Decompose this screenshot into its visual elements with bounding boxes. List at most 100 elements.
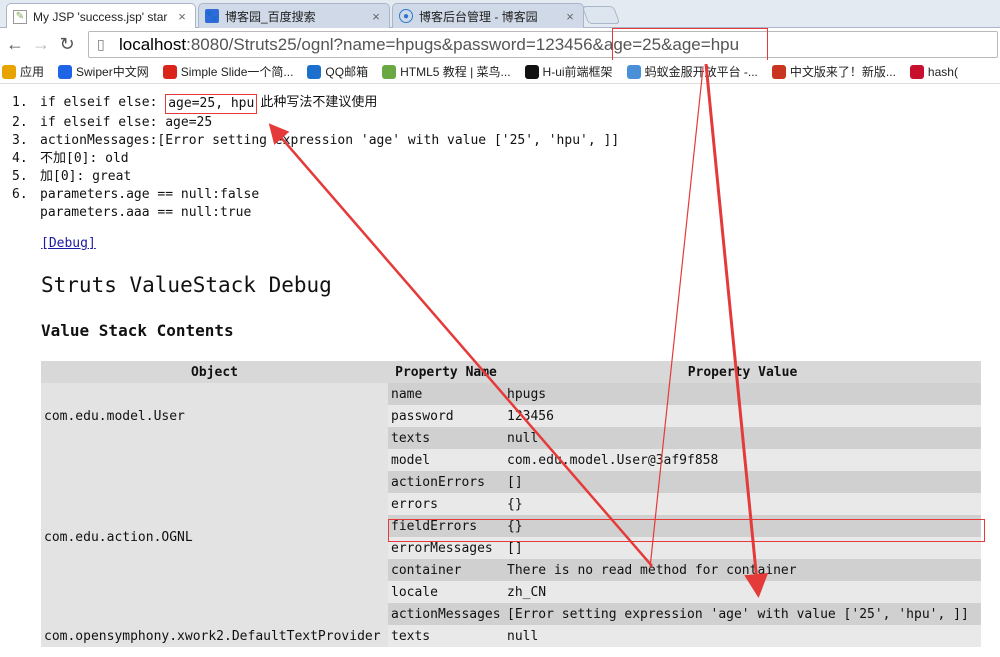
- line-code: if elseif else: age=25: [40, 115, 213, 130]
- news-icon: [771, 64, 786, 79]
- column-header-object: Object: [41, 361, 388, 383]
- line-code: [0]: old: [66, 151, 129, 166]
- bookmark-label: 应用: [20, 65, 45, 79]
- reload-icon[interactable]: ↻: [54, 31, 80, 57]
- bookmark-item[interactable]: 应用: [2, 63, 44, 80]
- result-line: parameters.aaa == null:true: [12, 204, 619, 222]
- simple-slide-icon: [162, 64, 177, 79]
- bookmark-label: 蚂蚁金服开放平台 -...: [644, 65, 758, 79]
- line-code: parameters.age == null:false: [40, 187, 260, 202]
- bookmark-label: hash(: [927, 64, 958, 79]
- close-icon[interactable]: ×: [369, 9, 383, 24]
- bookmark-label: Simple Slide一个简...: [180, 65, 294, 79]
- back-arrow-icon[interactable]: ←: [2, 31, 28, 57]
- bookmark-item[interactable]: 中文版来了！新版...: [771, 63, 896, 80]
- result-line: 5. 加 [0]: great: [12, 168, 619, 186]
- bookmark-item[interactable]: H-ui前端框架: [524, 63, 613, 80]
- line-note: 此种写法不建议使用: [260, 95, 378, 110]
- close-icon[interactable]: ×: [175, 9, 189, 24]
- property-value-cell: There is no read method for container: [504, 559, 981, 581]
- tab-label: 博客后台管理 - 博客园: [419, 9, 538, 24]
- object-cell: com.edu.model.User: [41, 383, 388, 449]
- value-stack-table: Object Property Name Property Value com.…: [41, 361, 981, 647]
- highlighted-result: age=25, hpu: [165, 94, 258, 114]
- property-name-cell: texts: [388, 625, 504, 647]
- line-code: parameters.aaa == null:true: [40, 205, 252, 220]
- hui-icon: [524, 64, 539, 79]
- property-name-cell: model: [388, 449, 504, 471]
- property-value-cell: 123456: [504, 405, 981, 427]
- bookmark-label: H-ui前端框架: [542, 65, 613, 79]
- table-row: com.edu.action.OGNL model com.edu.model.Us…: [41, 449, 981, 625]
- column-header-property-name: Property Name: [388, 361, 504, 383]
- result-line: 2. if elseif else: age=25: [12, 114, 619, 132]
- property-value-cell: null: [504, 427, 981, 449]
- jsp-page-icon: ✎: [13, 9, 27, 24]
- property-name-cell: fieldErrors: [388, 515, 504, 537]
- url-params-highlight-box: [612, 28, 768, 62]
- bookmark-label: Swiper中文网: [76, 65, 149, 79]
- page-content: 1. if elseif else: age=25, hpu 此种写法不建议使用 2.…: [0, 85, 1000, 657]
- hash-icon: [909, 64, 924, 79]
- debug-link[interactable]: [Debug]: [41, 236, 96, 251]
- bookmark-item[interactable]: HTML5 教程 | 菜鸟...: [382, 63, 511, 80]
- swiper-icon: [58, 64, 73, 79]
- line-number: 3.: [12, 133, 28, 148]
- baidu-paw-icon: 🐾: [205, 9, 219, 23]
- tab-cnblogs-admin[interactable]: ● 博客后台管理 - 博客园 ×: [392, 3, 584, 28]
- table-row: com.edu.model.User name hpugs: [41, 383, 981, 449]
- table-row: com.opensymphony.xwork2.DefaultTextProvi…: [41, 625, 981, 647]
- line-code: actionMessages:[Error setting expression…: [40, 133, 620, 148]
- tab-bar: ✎ My JSP 'success.jsp' star × 🐾 博客园_百度搜索…: [0, 0, 1000, 29]
- line-number: 5.: [12, 169, 28, 184]
- property-value-cell: [Error setting expression 'age' with val…: [504, 603, 981, 625]
- line-number: 1.: [12, 95, 28, 110]
- tab-success-jsp[interactable]: ✎ My JSP 'success.jsp' star ×: [6, 3, 196, 29]
- new-tab-button[interactable]: [581, 6, 621, 24]
- tab-baidu-search[interactable]: 🐾 博客园_百度搜索 ×: [198, 3, 390, 28]
- property-value-cell: zh_CN: [504, 581, 981, 603]
- property-name-cell: name: [388, 383, 504, 405]
- property-value-cell: com.edu.model.User@3af9f858: [504, 449, 981, 471]
- bookmark-item[interactable]: hash(: [909, 64, 958, 79]
- ant-icon: [626, 64, 641, 79]
- cnblogs-icon: ●: [399, 9, 413, 23]
- property-name-cell: actionMessages: [388, 603, 504, 625]
- bookmark-item[interactable]: QQ邮箱: [307, 63, 368, 80]
- address-bar[interactable]: ▯ localhost:8080/Struts25/ognl?name=hpug…: [88, 31, 998, 58]
- result-line: 6. parameters.age == null:false: [12, 186, 619, 204]
- line-number: 4.: [12, 151, 28, 166]
- apps-grid-icon: [2, 64, 16, 79]
- bookmark-item[interactable]: 蚂蚁金服开放平台 -...: [626, 63, 758, 80]
- line-number: [12, 204, 40, 222]
- result-line: 1. if elseif else: age=25, hpu 此种写法不建议使用: [12, 94, 619, 114]
- property-value-cell: {}: [504, 493, 981, 515]
- bookmark-label: 中文版来了！新版...: [789, 65, 896, 79]
- result-line: 4. 不加 [0]: old: [12, 150, 619, 168]
- property-value-cell: []: [504, 537, 981, 559]
- url-host: localhost: [119, 34, 187, 54]
- property-name-cell: password: [388, 405, 504, 427]
- page-icon: ▯: [97, 36, 105, 52]
- page-title: Struts ValueStack Debug: [41, 273, 332, 297]
- tab-label: My JSP 'success.jsp' star: [33, 9, 168, 24]
- qq-mail-icon: [307, 64, 322, 79]
- result-line: 3. actionMessages:[Error setting expressi…: [12, 132, 619, 150]
- property-name-cell: errors: [388, 493, 504, 515]
- forward-arrow-icon[interactable]: →: [28, 31, 54, 57]
- bookmark-item[interactable]: Simple Slide一个简...: [162, 63, 294, 80]
- runoob-icon: [382, 64, 397, 79]
- property-name-cell: actionErrors: [388, 471, 504, 493]
- property-value-cell: {}: [504, 515, 981, 537]
- property-name-cell: locale: [388, 581, 504, 603]
- result-list: 1. if elseif else: age=25, hpu 此种写法不建议使用 2.…: [12, 94, 619, 222]
- property-name-cell: texts: [388, 427, 504, 449]
- line-prefix: 加: [40, 169, 54, 184]
- object-cell: com.opensymphony.xwork2.DefaultTextProvi…: [41, 625, 388, 647]
- close-icon[interactable]: ×: [563, 9, 577, 24]
- property-value-cell: hpugs: [504, 383, 981, 405]
- bookmark-item[interactable]: Swiper中文网: [58, 63, 149, 80]
- line-code: [0]: great: [53, 169, 132, 184]
- line-number: 2.: [12, 115, 28, 130]
- column-header-property-value: Property Value: [504, 361, 981, 383]
